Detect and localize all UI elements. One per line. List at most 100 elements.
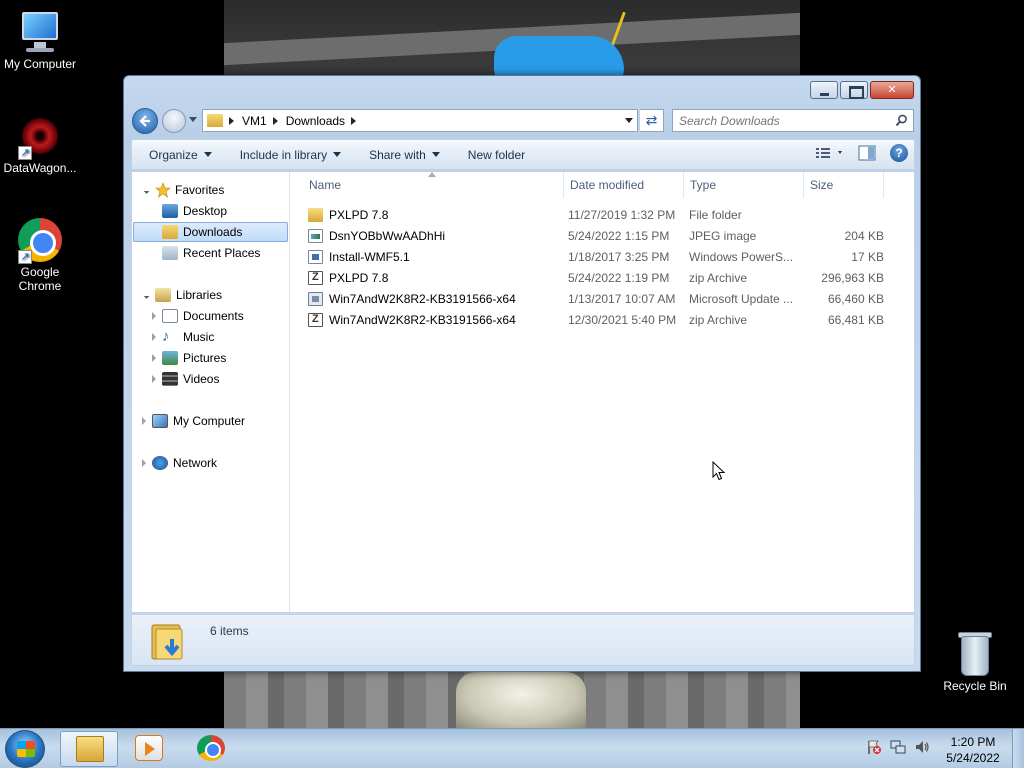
file-type: Windows PowerS... xyxy=(689,250,794,264)
close-button[interactable]: ✕ xyxy=(870,81,914,99)
include-in-library-button[interactable]: Include in library xyxy=(230,140,351,169)
nav-videos[interactable]: Videos xyxy=(152,369,219,389)
mouse-pointer-icon xyxy=(712,461,726,481)
address-history-dropdown-icon[interactable] xyxy=(625,118,633,123)
file-list: Name Date modified Type Size PXLPD 7.8 1… xyxy=(291,172,915,612)
taskbar-media-player-button[interactable] xyxy=(120,731,178,767)
folder-icon xyxy=(76,736,104,762)
music-note-icon: ♪ xyxy=(162,328,170,345)
downloads-folder-icon xyxy=(207,114,223,127)
refresh-icon: ⇄ xyxy=(645,112,658,128)
nav-pictures[interactable]: Pictures xyxy=(152,348,226,368)
nav-music[interactable]: ♪ Music xyxy=(152,327,214,347)
start-button[interactable] xyxy=(5,730,45,768)
change-view-icon[interactable] xyxy=(816,147,844,159)
network-status-icon[interactable] xyxy=(890,739,906,755)
forward-button[interactable] xyxy=(162,109,186,133)
file-type: zip Archive xyxy=(689,271,748,285)
refresh-button[interactable]: ⇄ xyxy=(640,109,664,132)
clock-date: 5/24/2022 xyxy=(946,751,1000,765)
window-caption-buttons: ✕ xyxy=(810,81,914,99)
taskbar-chrome-button[interactable] xyxy=(182,731,240,767)
back-button[interactable] xyxy=(132,108,158,134)
desktop-icon-datawagon[interactable]: ↗ DataWagon... xyxy=(0,114,80,175)
file-name: Win7AndW2K8R2-KB3191566-x64 xyxy=(329,313,516,327)
recent-places-icon xyxy=(162,246,178,260)
desktop-icon-label: DataWagon... xyxy=(3,161,77,175)
breadcrumb-vm1[interactable]: VM1 xyxy=(242,114,267,128)
show-desktop-button[interactable] xyxy=(1012,729,1024,768)
column-header-type[interactable]: Type xyxy=(684,172,804,198)
film-icon xyxy=(162,372,178,386)
organize-menu-button[interactable]: Organize xyxy=(132,140,222,169)
star-icon xyxy=(155,182,171,198)
media-player-icon xyxy=(135,735,163,761)
downloads-folder-icon xyxy=(162,225,178,239)
recent-pages-dropdown-icon[interactable] xyxy=(189,117,197,122)
expanded-arrow-icon[interactable] xyxy=(141,186,150,194)
system-clock[interactable]: 1:20 PM 5/24/2022 xyxy=(940,734,1006,766)
nav-network[interactable]: Network xyxy=(142,453,217,473)
breadcrumb-chevron-icon[interactable] xyxy=(351,116,357,125)
speaker-volume-icon[interactable] xyxy=(914,739,930,755)
desktop-icon-my-computer[interactable]: My Computer xyxy=(0,10,80,71)
column-header-size[interactable]: Size xyxy=(804,172,884,198)
chevron-down-icon xyxy=(431,152,440,157)
search-icon[interactable] xyxy=(895,114,908,127)
file-row[interactable]: Win7AndW2K8R2-KB3191566-x64 1/13/2017 10… xyxy=(308,289,892,309)
file-date: 1/13/2017 10:07 AM xyxy=(568,292,676,306)
column-header-label: Name xyxy=(309,178,342,192)
nav-label: Music xyxy=(183,330,215,344)
maximize-button[interactable] xyxy=(840,81,868,99)
file-date: 1/18/2017 3:25 PM xyxy=(568,250,670,264)
desktop-icon-google-chrome[interactable]: ↗ Google Chrome xyxy=(0,218,80,293)
shortcut-arrow-icon: ↗ xyxy=(18,146,32,160)
address-bar[interactable]: VM1 Downloads xyxy=(202,109,638,132)
file-name: Win7AndW2K8R2-KB3191566-x64 xyxy=(329,292,516,306)
help-icon[interactable]: ? xyxy=(890,144,908,162)
breadcrumb-chevron-icon[interactable] xyxy=(229,116,234,125)
file-row[interactable]: PXLPD 7.8 11/27/2019 1:32 PM File folder xyxy=(308,205,892,225)
downloads-folder-icon xyxy=(151,624,183,660)
collapsed-arrow-icon[interactable] xyxy=(142,417,146,425)
search-input[interactable] xyxy=(679,111,879,131)
nav-libraries[interactable]: Libraries xyxy=(141,285,222,305)
chrome-icon: ↗ xyxy=(18,218,62,264)
nav-recent-places[interactable]: Recent Places xyxy=(162,243,260,263)
breadcrumb-downloads[interactable]: Downloads xyxy=(286,114,345,128)
new-folder-button[interactable]: New folder xyxy=(458,140,535,169)
computer-icon xyxy=(152,414,168,428)
taskbar-explorer-button[interactable] xyxy=(60,731,118,767)
nav-downloads[interactable]: Downloads xyxy=(133,222,288,242)
preview-pane-icon[interactable] xyxy=(858,145,876,161)
search-box[interactable] xyxy=(672,109,914,132)
pictures-icon xyxy=(162,351,178,365)
collapsed-arrow-icon[interactable] xyxy=(152,375,156,383)
nav-label: Network xyxy=(173,456,218,470)
include-in-library-label: Include in library xyxy=(239,147,328,162)
clock-time: 1:20 PM xyxy=(950,735,996,749)
nav-documents[interactable]: Documents xyxy=(152,306,244,326)
share-with-button[interactable]: Share with xyxy=(359,140,450,169)
nav-favorites[interactable]: Favorites xyxy=(141,180,224,200)
collapsed-arrow-icon[interactable] xyxy=(152,354,156,362)
collapsed-arrow-icon[interactable] xyxy=(152,312,156,320)
collapsed-arrow-icon[interactable] xyxy=(152,333,156,341)
file-row[interactable]: DsnYOBbWwAADhHi 5/24/2022 1:15 PM JPEG i… xyxy=(308,226,892,246)
nav-desktop[interactable]: Desktop xyxy=(162,201,227,221)
notification-area xyxy=(866,739,930,755)
minimize-button[interactable] xyxy=(810,81,838,99)
file-size: 66,481 KB xyxy=(827,313,884,327)
file-row[interactable]: PXLPD 7.8 5/24/2022 1:19 PM zip Archive … xyxy=(308,268,892,288)
file-row[interactable]: Install-WMF5.1 1/18/2017 3:25 PM Windows… xyxy=(308,247,892,267)
breadcrumb-chevron-icon[interactable] xyxy=(272,116,278,125)
windows-logo-icon xyxy=(17,741,35,757)
collapsed-arrow-icon[interactable] xyxy=(142,459,146,467)
action-center-flag-icon[interactable] xyxy=(866,739,882,755)
column-header-date-modified[interactable]: Date modified xyxy=(564,172,684,198)
desktop-icon-recycle-bin[interactable]: Recycle Bin xyxy=(935,632,1015,693)
expanded-arrow-icon[interactable] xyxy=(141,291,150,299)
file-row[interactable]: Win7AndW2K8R2-KB3191566-x64 12/30/2021 5… xyxy=(308,310,892,330)
nav-my-computer[interactable]: My Computer xyxy=(142,411,245,431)
item-count: 6 items xyxy=(210,624,249,638)
